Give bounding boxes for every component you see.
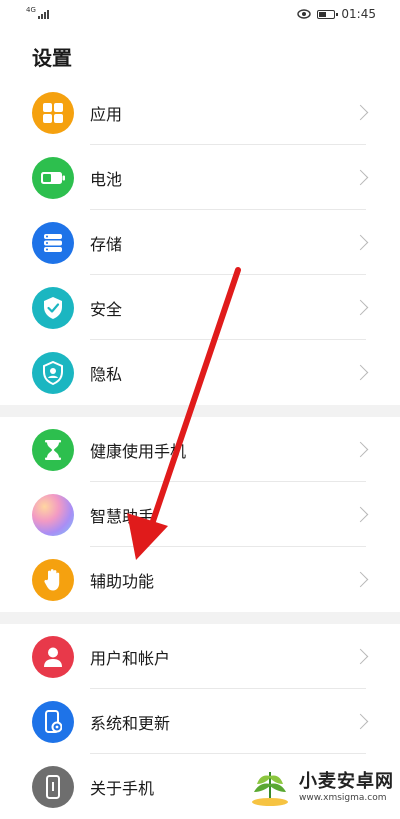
privacy-shield-icon [32, 351, 74, 394]
settings-item-users[interactable]: 用户和帐户 [0, 624, 400, 689]
battery-status-icon [317, 9, 339, 19]
settings-item-label: 用户和帐户 [90, 648, 171, 668]
settings-item-label: 健康使用手机 [90, 441, 187, 461]
storage-icon [32, 221, 74, 264]
page-title: 设置 [32, 46, 72, 70]
battery-icon [32, 156, 74, 199]
watermark: 小麦安卓网 www.xmsigma.com [245, 768, 394, 808]
settings-group-2: 健康使用手机 智慧助手 辅助功能 [0, 417, 400, 612]
chevron-right-icon [352, 364, 369, 381]
apps-grid-icon [32, 91, 74, 134]
user-icon [32, 635, 74, 678]
chevron-right-icon [352, 299, 369, 316]
chevron-right-icon [352, 648, 369, 665]
settings-item-label: 存储 [90, 234, 123, 254]
chevron-right-icon [352, 713, 369, 730]
settings-item-security[interactable]: 安全 [0, 275, 400, 340]
settings-item-accessibility[interactable]: 辅助功能 [0, 547, 400, 612]
signal-bar [40, 13, 43, 19]
smart-assistant-icon [32, 493, 74, 536]
chevron-right-icon [352, 104, 369, 121]
settings-item-label: 系统和更新 [90, 713, 171, 733]
signal-indicator: 4G [26, 5, 49, 19]
settings-item-label: 安全 [90, 299, 123, 319]
settings-item-label: 辅助功能 [90, 571, 155, 591]
settings-item-label: 电池 [90, 169, 123, 189]
chevron-right-icon [352, 571, 369, 588]
settings-item-label: 智慧助手 [90, 506, 155, 526]
signal-bar [46, 9, 49, 19]
shield-check-icon [32, 286, 74, 329]
settings-item-battery[interactable]: 电池 [0, 145, 400, 210]
section-gap [0, 405, 400, 417]
signal-bar [37, 15, 40, 19]
watermark-logo-icon [252, 772, 288, 806]
chevron-right-icon [352, 441, 369, 458]
chevron-right-icon [352, 234, 369, 251]
phone-gear-icon [32, 700, 74, 743]
clock: 01:45 [341, 7, 376, 21]
phone-info-icon [32, 765, 74, 808]
settings-item-label: 关于手机 [90, 778, 155, 798]
settings-item-privacy[interactable]: 隐私 [0, 340, 400, 405]
settings-item-label: 应用 [90, 104, 123, 124]
section-gap [0, 612, 400, 624]
hourglass-icon [32, 428, 74, 471]
settings-item-system[interactable]: 系统和更新 [0, 689, 400, 754]
settings-item-label: 隐私 [90, 364, 123, 384]
hand-icon [32, 558, 74, 601]
watermark-title: 小麦安卓网 [299, 771, 394, 792]
network-type: 4G [26, 5, 36, 14]
watermark-url: www.xmsigma.com [299, 793, 387, 803]
settings-item-apps[interactable]: 应用 [0, 80, 400, 145]
settings-item-storage[interactable]: 存储 [0, 210, 400, 275]
settings-item-smart-assistant[interactable]: 智慧助手 [0, 482, 400, 547]
status-bar: 4G 01:45 [0, 0, 400, 28]
chevron-right-icon [352, 169, 369, 186]
eye-comfort-icon [297, 9, 312, 19]
signal-bar [43, 11, 46, 19]
settings-item-digital-balance[interactable]: 健康使用手机 [0, 417, 400, 482]
settings-group-1: 应用 电池 存储 安全 隐私 [0, 80, 400, 405]
chevron-right-icon [352, 506, 369, 523]
